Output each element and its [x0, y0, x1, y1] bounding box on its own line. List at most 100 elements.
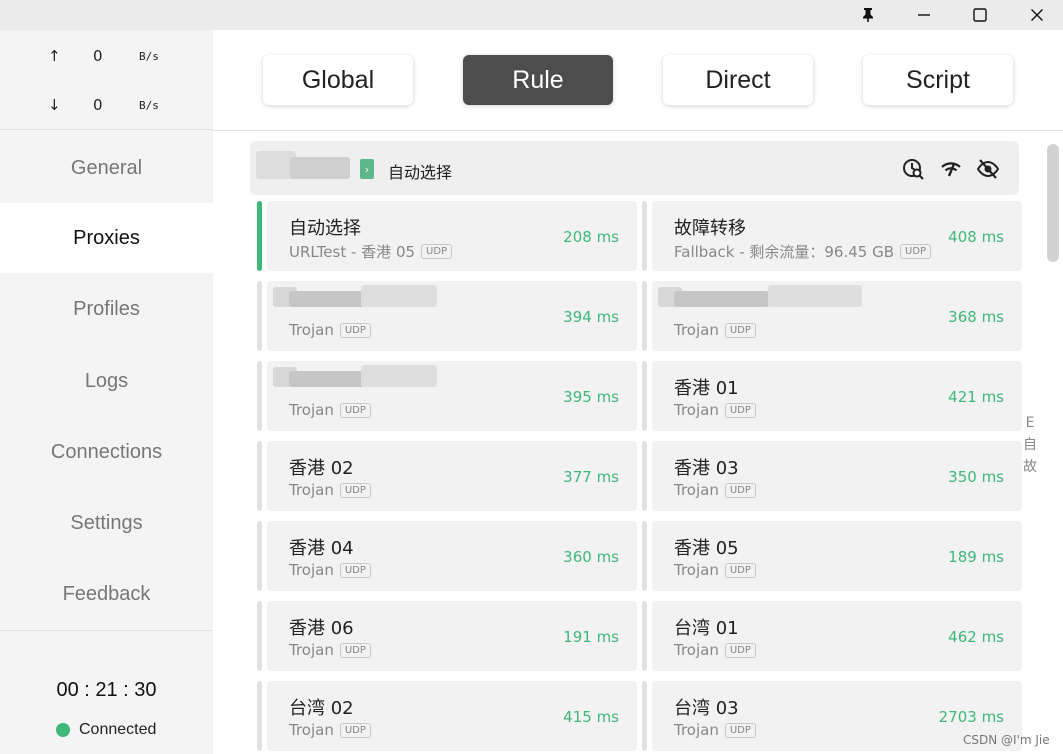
- mode-script-button[interactable]: Script: [863, 55, 1013, 105]
- proxy-name: 自动选择: [289, 218, 361, 239]
- proxy-delay[interactable]: 415 ms: [563, 708, 619, 726]
- group-index-item[interactable]: 故: [1022, 456, 1038, 478]
- download-unit: B/s: [139, 99, 159, 112]
- proxy-delay[interactable]: 421 ms: [948, 388, 1004, 406]
- minimize-icon[interactable]: [899, 0, 949, 30]
- nav-item-feedback[interactable]: Feedback: [0, 559, 213, 629]
- proxy-delay[interactable]: 394 ms: [563, 308, 619, 326]
- proxy-type: Trojan UDP: [289, 561, 371, 579]
- nav-item-profiles[interactable]: Profiles: [0, 274, 213, 344]
- connection-status-label: Connected: [79, 721, 157, 738]
- proxy-card[interactable]: 香港 01 Trojan UDP 421 ms: [642, 361, 1022, 431]
- wifi-icon[interactable]: [938, 156, 964, 182]
- proxy-delay[interactable]: 377 ms: [563, 468, 619, 486]
- proxy-type-label: Trojan: [674, 721, 719, 739]
- proxy-group-header[interactable]: › 自动选择: [250, 141, 1019, 195]
- proxy-card[interactable]: 故障转移 Fallback - 剩余流量：96.45 GB UDP 408 ms: [642, 201, 1022, 271]
- proxy-type-label: Fallback - 剩余流量：96.45 GB: [674, 243, 894, 261]
- proxy-card[interactable]: Trojan UDP 394 ms: [257, 281, 637, 351]
- card-indicator: [642, 681, 647, 751]
- udp-badge: UDP: [421, 244, 453, 259]
- proxy-card[interactable]: 香港 03 Trojan UDP 350 ms: [642, 441, 1022, 511]
- mode-global-button[interactable]: Global: [263, 55, 413, 105]
- card-indicator: [642, 281, 647, 351]
- watermark: CSDN @I'm Jie: [963, 733, 1050, 747]
- status-dot-icon: [56, 723, 70, 737]
- group-index-item[interactable]: E: [1022, 412, 1038, 434]
- proxy-name: 香港 06: [289, 618, 354, 639]
- proxy-type-label: URLTest - 香港 05: [289, 243, 416, 261]
- proxy-delay[interactable]: 368 ms: [948, 308, 1004, 326]
- proxy-type-label: Trojan: [289, 481, 334, 499]
- proxy-delay[interactable]: 360 ms: [563, 548, 619, 566]
- proxy-delay[interactable]: 462 ms: [948, 628, 1004, 646]
- card-indicator: [642, 521, 647, 591]
- proxy-delay[interactable]: 350 ms: [948, 468, 1004, 486]
- group-index: E 自 故: [1022, 412, 1038, 478]
- scrollbar-thumb[interactable]: [1047, 144, 1059, 262]
- udp-badge: UDP: [724, 642, 756, 658]
- proxy-card[interactable]: 台湾 02 Trojan UDP 415 ms: [257, 681, 637, 751]
- proxy-name: 故障转移: [674, 218, 746, 239]
- redacted-proxy-name: [360, 285, 437, 307]
- proxy-delay[interactable]: 208 ms: [563, 228, 619, 246]
- redacted-proxy-name: [674, 291, 769, 307]
- mode-rule-button[interactable]: Rule: [463, 55, 613, 105]
- card-indicator: [642, 601, 647, 671]
- proxy-type: Trojan UDP: [289, 481, 371, 499]
- proxy-type: Trojan UDP: [674, 321, 756, 339]
- proxy-type: Trojan UDP: [289, 721, 371, 739]
- mode-direct-button[interactable]: Direct: [663, 55, 813, 105]
- group-index-item[interactable]: 自: [1022, 434, 1038, 456]
- proxy-delay[interactable]: 191 ms: [563, 628, 619, 646]
- mode-bar: Global Rule Direct Script: [213, 30, 1063, 131]
- nav-item-logs[interactable]: Logs: [0, 346, 213, 416]
- maximize-icon[interactable]: [955, 0, 1005, 30]
- proxy-type: Trojan UDP: [289, 641, 371, 659]
- redacted-group-name: [290, 157, 350, 179]
- nav-item-proxies[interactable]: Proxies: [0, 203, 213, 273]
- proxy-type: URLTest - 香港 05 UDP: [289, 241, 453, 262]
- proxy-delay[interactable]: 189 ms: [948, 548, 1004, 566]
- proxy-card[interactable]: 香港 06 Trojan UDP 191 ms: [257, 601, 637, 671]
- close-icon[interactable]: [1012, 0, 1062, 30]
- card-indicator: [642, 201, 647, 271]
- proxy-delay[interactable]: 2703 ms: [939, 708, 1004, 726]
- udp-badge: UDP: [339, 402, 371, 418]
- proxy-type-label: Trojan: [289, 561, 334, 579]
- group-selected-proxy: 自动选择: [388, 163, 453, 182]
- proxy-delay[interactable]: 408 ms: [948, 228, 1004, 246]
- proxy-name: 台湾 03: [674, 698, 739, 719]
- udp-badge: UDP: [724, 402, 756, 418]
- proxy-type-label: Trojan: [289, 401, 334, 419]
- proxy-card[interactable]: 自动选择 URLTest - 香港 05 UDP 208 ms: [257, 201, 637, 271]
- proxy-card[interactable]: 台湾 01 Trojan UDP 462 ms: [642, 601, 1022, 671]
- udp-badge: UDP: [724, 722, 756, 738]
- proxy-card[interactable]: 香港 04 Trojan UDP 360 ms: [257, 521, 637, 591]
- proxy-card[interactable]: Trojan UDP 395 ms: [257, 361, 637, 431]
- upload-speed: ↑ 0 B/s: [0, 47, 213, 67]
- proxy-card[interactable]: Trojan UDP 368 ms: [642, 281, 1022, 351]
- proxy-delay[interactable]: 395 ms: [563, 388, 619, 406]
- proxy-card[interactable]: 香港 02 Trojan UDP 377 ms: [257, 441, 637, 511]
- download-value: 0: [93, 96, 103, 114]
- nav-item-connections[interactable]: Connections: [0, 417, 213, 487]
- session-timer: 00 : 21 : 30: [56, 679, 157, 701]
- proxy-type: Trojan UDP: [289, 321, 371, 339]
- status-panel: 00 : 21 : 30 Connected: [0, 630, 213, 754]
- nav-item-general[interactable]: General: [0, 133, 213, 203]
- nav-item-settings[interactable]: Settings: [0, 488, 213, 558]
- proxy-type-label: Trojan: [289, 641, 334, 659]
- hide-icon[interactable]: [975, 156, 1001, 182]
- connection-status[interactable]: Connected: [56, 721, 156, 739]
- proxy-type: Fallback - 剩余流量：96.45 GB UDP: [674, 241, 932, 262]
- card-indicator: [642, 361, 647, 431]
- proxy-name: 香港 02: [289, 458, 354, 479]
- latency-test-icon[interactable]: [900, 156, 926, 182]
- proxy-type-label: Trojan: [674, 561, 719, 579]
- download-arrow-icon: ↓: [48, 96, 61, 114]
- pin-icon[interactable]: [843, 0, 893, 30]
- proxy-type: Trojan UDP: [674, 641, 756, 659]
- proxy-card[interactable]: 香港 05 Trojan UDP 189 ms: [642, 521, 1022, 591]
- proxy-name: 台湾 02: [289, 698, 354, 719]
